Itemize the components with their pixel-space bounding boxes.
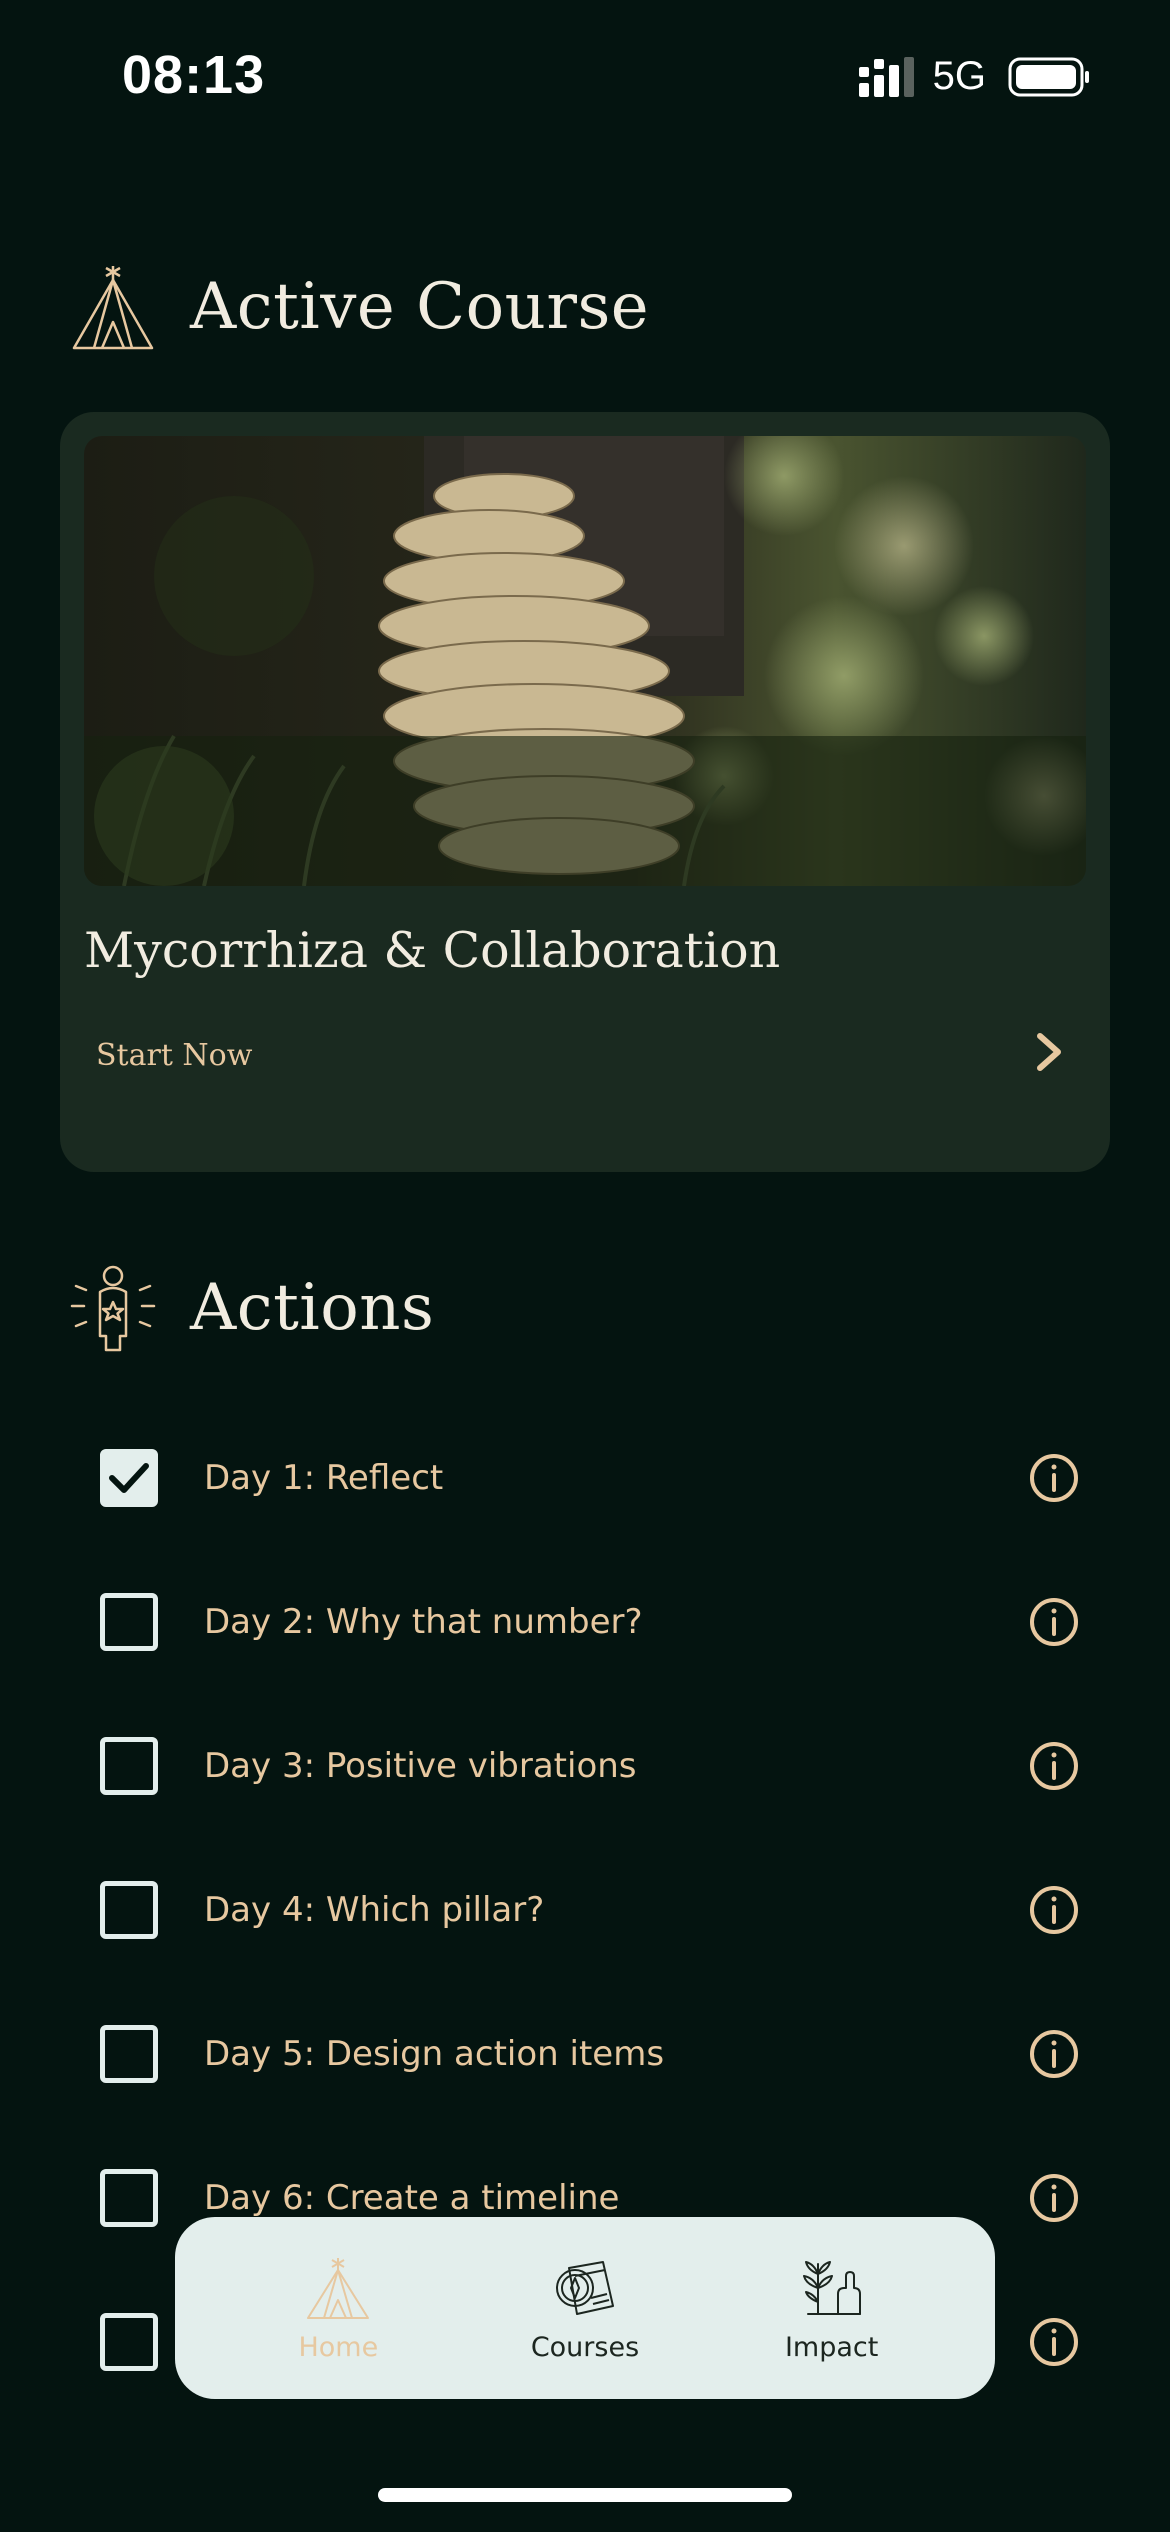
info-icon[interactable] — [1028, 1596, 1080, 1648]
action-row-day-1[interactable]: Day 1: Reflect — [100, 1438, 1080, 1518]
info-icon[interactable] — [1028, 1884, 1080, 1936]
mushroom-photo — [84, 436, 1086, 886]
action-row-day-3[interactable]: Day 3: Positive vibrations — [100, 1726, 1080, 1806]
info-icon[interactable] — [1028, 2172, 1080, 2224]
nav-label-home: Home — [298, 2331, 379, 2363]
section-title-active-course: Active Course — [190, 270, 650, 344]
info-icon[interactable] — [1028, 2316, 1080, 2368]
compass-map-icon — [555, 2260, 614, 2315]
nav-item-home[interactable]: Home — [238, 2254, 438, 2363]
checkbox[interactable] — [100, 1593, 158, 1651]
action-label: Day 2: Why that number? — [204, 1602, 643, 1642]
nav-label-impact: Impact — [784, 2331, 879, 2363]
person-star-icon — [70, 1265, 156, 1352]
checkbox[interactable] — [100, 1737, 158, 1795]
status-icons: 5G — [857, 54, 1090, 99]
action-label: Day 4: Which pillar? — [204, 1890, 545, 1930]
action-row-day-4[interactable]: Day 4: Which pillar? — [100, 1870, 1080, 1950]
checkbox-checked[interactable] — [100, 1449, 158, 1507]
plant-hand-icon — [802, 2260, 861, 2315]
signal-icon — [858, 56, 914, 97]
nav-item-impact[interactable]: Impact — [732, 2254, 932, 2363]
active-course-header: Active Course — [70, 262, 649, 352]
network-label: 5G — [932, 54, 986, 98]
course-title: Mycorrhiza & Collaboration — [84, 922, 781, 979]
status-time: 08:13 — [122, 45, 266, 105]
checkbox[interactable] — [100, 1881, 158, 1939]
info-icon[interactable] — [1028, 1740, 1080, 1792]
action-row-day-5[interactable]: Day 5: Design action items — [100, 2014, 1080, 2094]
action-label: Day 5: Design action items — [204, 2034, 665, 2074]
start-now-link[interactable]: Start Now — [96, 1038, 252, 1073]
nav-label-courses: Courses — [530, 2331, 640, 2363]
tipi-icon — [307, 2257, 370, 2319]
checkbox[interactable] — [100, 2169, 158, 2227]
nav-item-courses[interactable]: Courses — [485, 2254, 685, 2363]
actions-header: Actions — [70, 1262, 434, 1354]
battery-icon — [1008, 57, 1089, 96]
course-card[interactable]: Mycorrhiza & Collaboration Start Now — [60, 412, 1110, 1172]
section-title-actions: Actions — [190, 1271, 435, 1345]
bottom-nav: Home Courses Impact — [175, 2217, 995, 2399]
chevron-right-icon[interactable] — [1032, 1030, 1066, 1074]
action-label: Day 3: Positive vibrations — [204, 1746, 637, 1786]
course-image — [84, 436, 1086, 886]
info-icon[interactable] — [1028, 1452, 1080, 1504]
action-label: Day 1: Reflect — [204, 1458, 444, 1498]
checkbox[interactable] — [100, 2025, 158, 2083]
home-indicator[interactable] — [378, 2488, 792, 2502]
info-icon[interactable] — [1028, 2028, 1080, 2080]
tipi-icon — [72, 266, 154, 350]
action-label: Day 6: Create a timeline — [204, 2178, 620, 2218]
checkmark-icon — [109, 1463, 149, 1493]
checkbox[interactable] — [100, 2313, 158, 2371]
action-row-day-2[interactable]: Day 2: Why that number? — [100, 1582, 1080, 1662]
